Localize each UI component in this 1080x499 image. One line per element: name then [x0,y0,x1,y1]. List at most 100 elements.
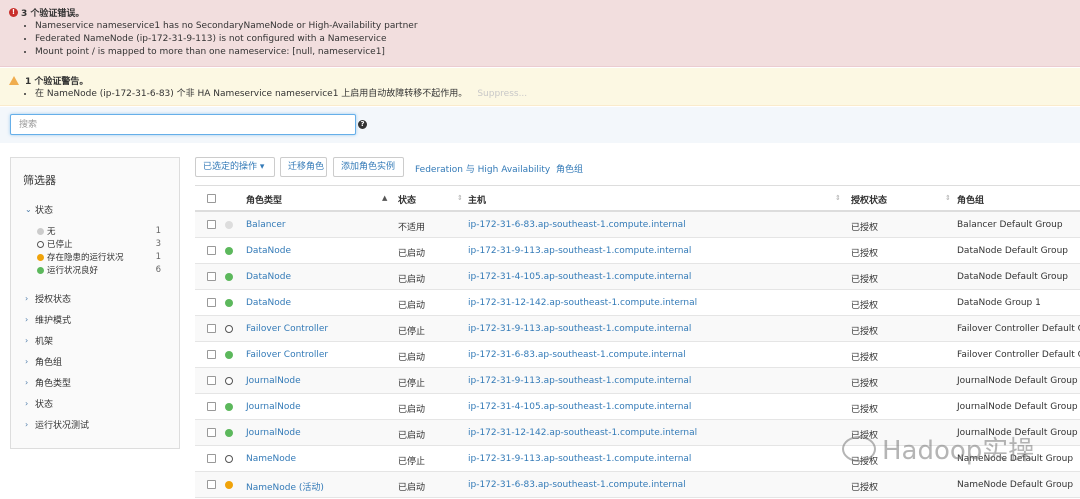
filter-status-good[interactable]: 运行状况良好 6 [37,264,177,276]
col-state[interactable]: 状态 [398,193,416,206]
suppress-link[interactable]: Suppress... [477,89,527,99]
row-checkbox[interactable] [207,324,216,333]
stopped-status-icon [225,377,233,385]
host-link[interactable]: ip-172-31-12-142.ap-southeast-1.compute.… [468,428,697,438]
role-group: JournalNode Default Group [957,402,1078,412]
help-icon[interactable]: ? [358,120,367,129]
role-type-link[interactable]: NameNode (活动) [246,480,324,493]
error-item: Federated NameNode (ip-172-31-9-113) is … [35,33,1071,46]
host-link[interactable]: ip-172-31-4-105.ap-southeast-1.compute.i… [468,272,691,282]
host-link[interactable]: ip-172-31-9-113.ap-southeast-1.compute.i… [468,246,691,256]
role-type-link[interactable]: DataNode [246,246,291,256]
table-row: JournalNode 已停止 ip-172-31-9-113.ap-southea… [195,368,1080,394]
filter-rack[interactable]: › 机架 [25,334,53,347]
table-row: DataNode 已启动 ip-172-31-12-142.ap-southeast… [195,290,1080,316]
federation-ha-link[interactable]: Federation 与 High Availability [415,162,550,175]
role-state: 已启动 [398,249,426,259]
filter-status-stopped[interactable]: 已停止 3 [37,238,177,250]
search-input[interactable] [10,114,356,135]
role-type-link[interactable]: JournalNode [246,376,301,386]
role-groups-link[interactable]: 角色组 [556,162,583,175]
host-link[interactable]: ip-172-31-9-113.ap-southeast-1.compute.i… [468,454,691,464]
errors-title: 3 个验证错误。 [21,8,85,19]
filter-health-test[interactable]: › 运行状况测试 [25,418,89,431]
chevron-right-icon: › [25,336,29,345]
sort-icon[interactable]: ⇕ [945,194,951,202]
host-link[interactable]: ip-172-31-6-83.ap-southeast-1.compute.in… [468,480,686,490]
good-health-icon [225,403,233,411]
sort-icon[interactable]: ⇕ [457,194,463,202]
role-type-link[interactable]: Failover Controller [246,324,328,334]
sort-asc-icon[interactable]: ▲ [382,194,387,202]
chevron-right-icon: › [25,378,29,387]
role-state: 已停止 [398,457,426,467]
row-checkbox[interactable] [207,454,216,463]
selected-actions-button[interactable]: 已选定的操作 ▾ [195,157,275,177]
row-checkbox[interactable] [207,272,216,281]
row-checkbox[interactable] [207,480,216,489]
role-group: Failover Controller Default Group [957,350,1080,360]
filter-role-type[interactable]: › 角色类型 [25,376,71,389]
role-type-link[interactable]: Balancer [246,220,286,230]
role-type-link[interactable]: NameNode [246,454,296,464]
sort-icon[interactable]: ⇕ [835,194,841,202]
row-checkbox[interactable] [207,350,216,359]
role-group: NameNode Default Group [957,480,1074,490]
stopped-status-icon [225,325,233,333]
filter-status-none[interactable]: 无 1 [37,225,177,237]
warning-icon [9,75,19,85]
error-icon: ! [9,7,18,17]
good-health-icon [225,351,233,359]
filter-status-concerning[interactable]: 存在隐患的运行状况 1 [37,251,177,263]
errors-list: Nameservice nameservice1 has no Secondar… [9,20,1071,59]
row-checkbox[interactable] [207,220,216,229]
role-type-link[interactable]: DataNode [246,272,291,282]
col-commission-state[interactable]: 授权状态 [851,193,887,206]
role-group: JournalNode Default Group [957,376,1078,386]
commission-state: 已授权 [851,379,879,389]
role-type-link[interactable]: DataNode [246,298,291,308]
filter-role-group[interactable]: › 角色组 [25,355,62,368]
wechat-icon [842,435,876,462]
row-checkbox[interactable] [207,298,216,307]
row-checkbox[interactable] [207,428,216,437]
row-checkbox[interactable] [207,402,216,411]
role-type-link[interactable]: Failover Controller [246,350,328,360]
warning-item: 在 NameNode (ip-172-31-6-83) 个非 HA Namese… [35,88,1071,101]
host-link[interactable]: ip-172-31-9-113.ap-southeast-1.compute.i… [468,324,691,334]
host-link[interactable]: ip-172-31-6-83.ap-southeast-1.compute.in… [468,350,686,360]
role-state: 已停止 [398,327,426,337]
role-type-link[interactable]: JournalNode [246,402,301,412]
row-checkbox[interactable] [207,376,216,385]
commission-state: 已授权 [851,405,879,415]
good-health-icon [225,247,233,255]
error-item: Nameservice nameservice1 has no Secondar… [35,20,1071,33]
host-link[interactable]: ip-172-31-12-142.ap-southeast-1.compute.… [468,298,697,308]
commission-state: 已授权 [851,301,879,311]
role-type-link[interactable]: JournalNode [246,428,301,438]
commission-state: 已授权 [851,223,879,233]
host-link[interactable]: ip-172-31-6-83.ap-southeast-1.compute.in… [468,220,686,230]
search-bar [0,107,1080,143]
migrate-roles-button[interactable]: 迁移角色 [280,157,327,177]
error-item: Mount point / is mapped to more than one… [35,46,1071,59]
good-health-icon [225,299,233,307]
chevron-right-icon: › [25,420,29,429]
role-state: 已启动 [398,275,426,285]
select-all-checkbox[interactable] [207,194,216,203]
watermark: Hadoop实操 [842,430,1034,467]
host-link[interactable]: ip-172-31-4-105.ap-southeast-1.compute.i… [468,402,691,412]
table-header: 角色类型 ▲ 状态 ⇕ 主机 ⇕ 授权状态 ⇕ 角色组 [195,185,1080,212]
col-host[interactable]: 主机 [468,193,486,206]
filter-commission-state[interactable]: › 授权状态 [25,292,71,305]
col-role-group[interactable]: 角色组 [957,193,984,206]
host-link[interactable]: ip-172-31-9-113.ap-southeast-1.compute.i… [468,376,691,386]
filters-title: 筛选器 [23,174,56,187]
row-checkbox[interactable] [207,246,216,255]
filter-maintenance-mode[interactable]: › 维护模式 [25,313,71,326]
filter-status-section[interactable]: ⌄ 状态 [25,203,53,216]
role-group: Failover Controller Default Group [957,324,1080,334]
add-role-instances-button[interactable]: 添加角色实例 [333,157,404,177]
filter-state[interactable]: › 状态 [25,397,53,410]
col-role-type[interactable]: 角色类型 [246,193,282,206]
